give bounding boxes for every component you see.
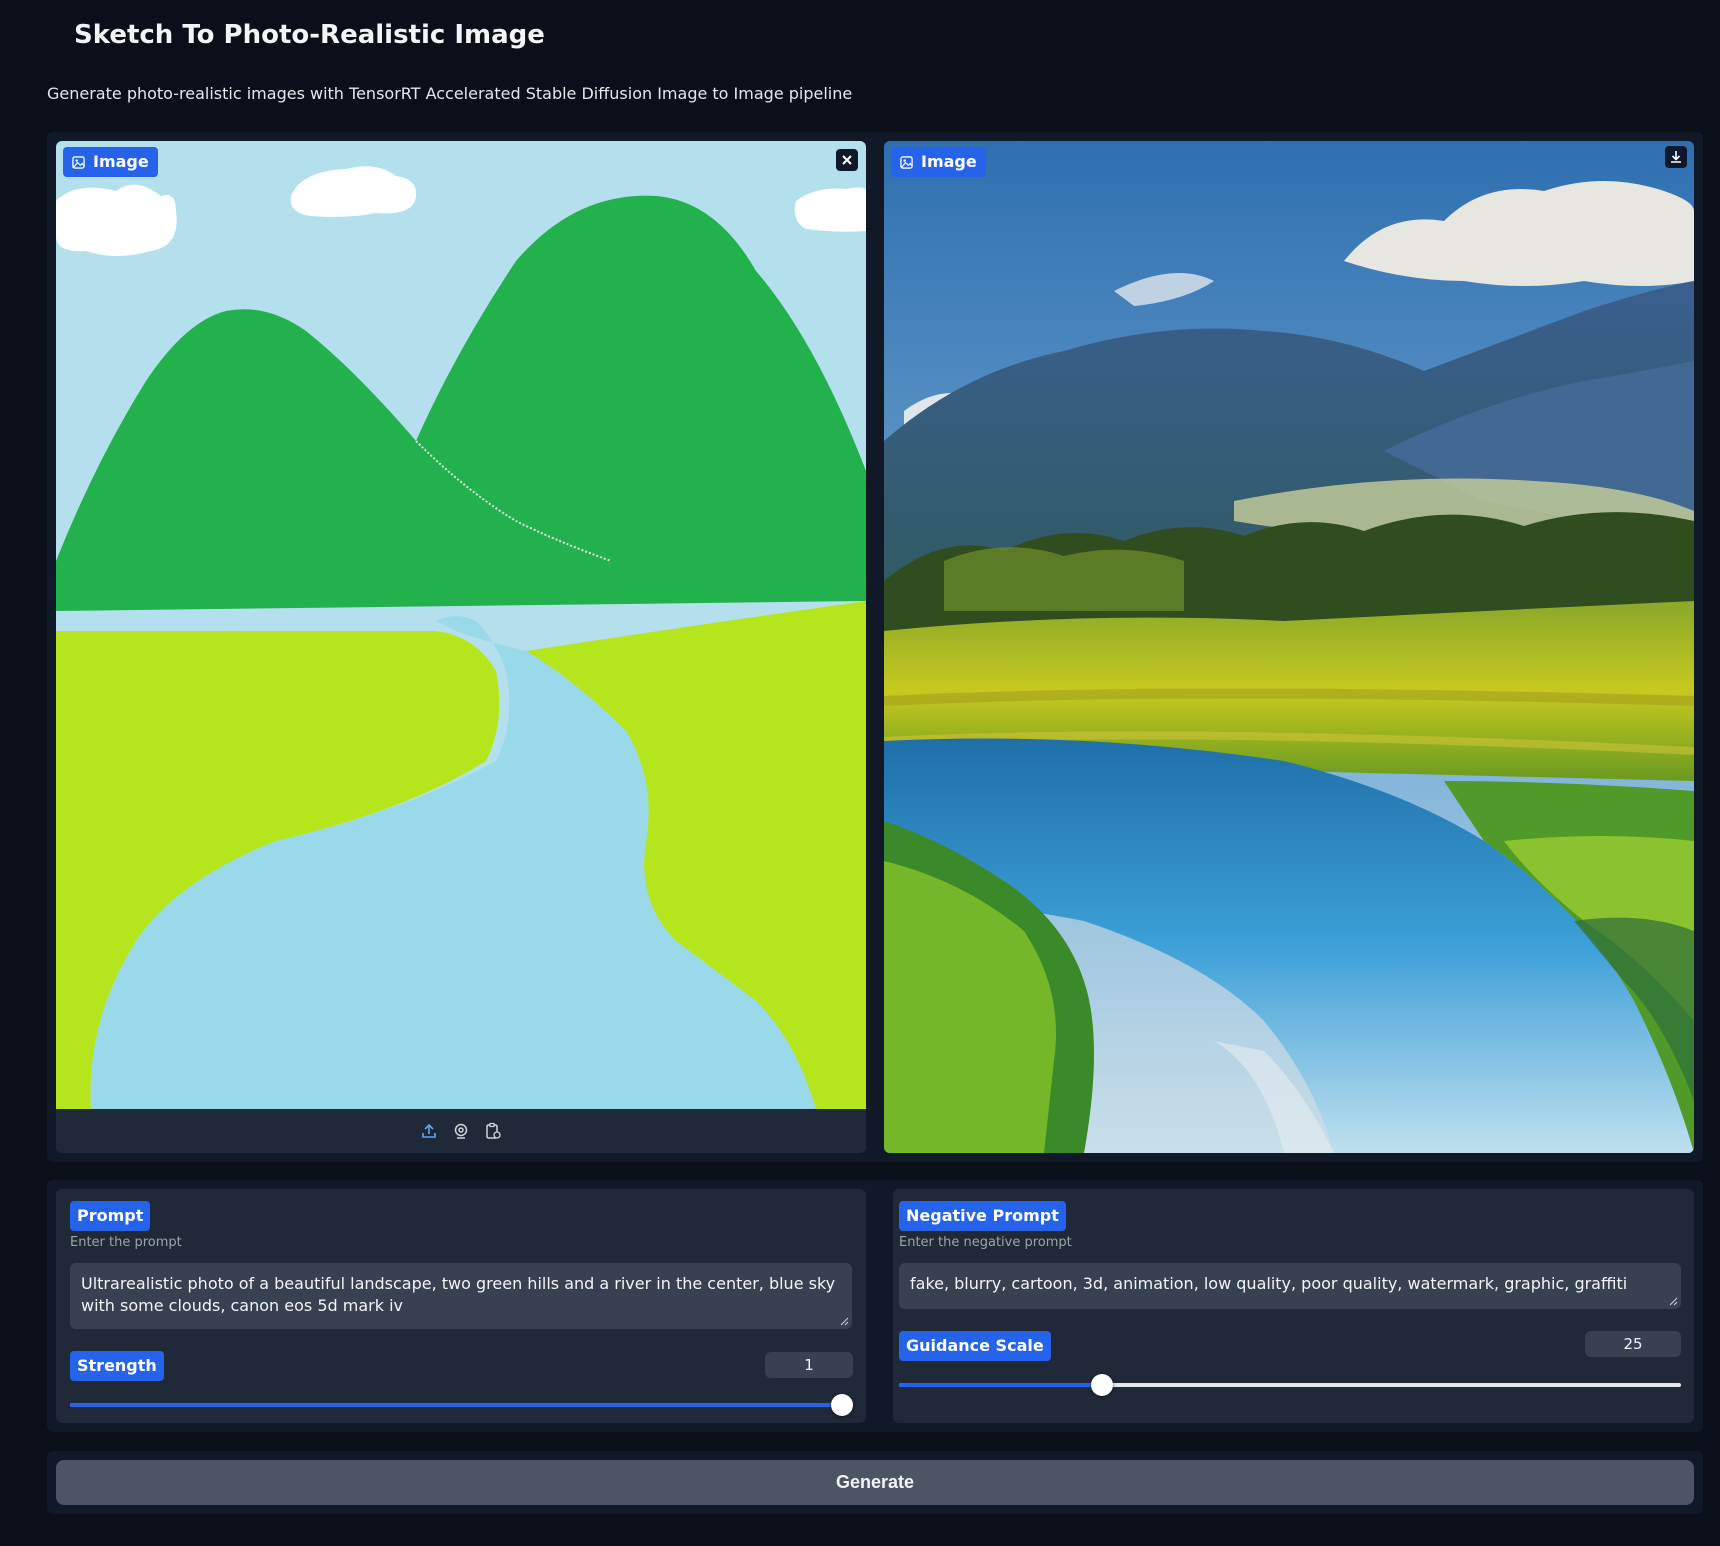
input-image-label: Image [63,147,158,177]
output-image-label-text: Image [921,152,977,171]
guidance-scale-slider-thumb[interactable] [1091,1374,1114,1396]
input-image-label-text: Image [93,152,149,171]
generated-photo [884,141,1694,1153]
negative-prompt-panel: Negative Prompt Enter the negative promp… [893,1189,1694,1423]
negative-prompt-input-value: fake, blurry, cartoon, 3d, animation, lo… [910,1274,1628,1293]
prompt-label: Prompt [70,1201,151,1231]
close-icon [842,155,852,165]
strength-label: Strength [70,1351,164,1381]
strength-slider-fill [70,1403,842,1407]
strength-slider-thumb[interactable] [831,1394,853,1416]
negative-prompt-input[interactable]: fake, blurry, cartoon, 3d, animation, lo… [899,1263,1681,1309]
guidance-scale-slider-fill [899,1383,1103,1387]
image-icon [72,155,85,169]
input-image-panel[interactable]: Image [56,141,866,1153]
negative-prompt-label: Negative Prompt [899,1201,1066,1231]
image-icon [900,155,913,169]
generate-button[interactable]: Generate [56,1460,1694,1505]
download-button[interactable] [1665,146,1687,168]
guidance-scale-label: Guidance Scale [899,1331,1051,1361]
prompt-input-value: Ultrarealistic photo of a beautiful land… [81,1274,836,1315]
guidance-scale-slider[interactable] [899,1374,1681,1396]
download-icon [1671,151,1681,163]
guidance-scale-number-input[interactable]: 25 [1585,1331,1681,1357]
webcam-icon[interactable] [452,1122,470,1140]
sketch-canvas[interactable] [56,141,866,1109]
prompt-hint: Enter the prompt [70,1235,182,1250]
upload-icon[interactable] [420,1122,438,1140]
strength-slider[interactable] [70,1394,853,1416]
negative-prompt-hint: Enter the negative prompt [899,1235,1072,1250]
page-title: Sketch To Photo-Realistic Image [74,20,545,50]
strength-number-input[interactable]: 1 [765,1352,853,1378]
output-image-panel: Image [884,141,1694,1153]
page-subtitle: Generate photo-realistic images with Ten… [47,84,853,103]
image-source-toolbar [56,1109,866,1153]
resize-handle-icon[interactable] [1668,1296,1678,1306]
clipboard-icon[interactable] [484,1122,502,1140]
resize-handle-icon[interactable] [839,1316,849,1326]
output-image-label: Image [891,147,986,177]
clear-image-button[interactable] [836,149,858,171]
prompt-panel: Prompt Enter the prompt Ultrarealistic p… [56,1189,866,1423]
prompt-input[interactable]: Ultrarealistic photo of a beautiful land… [70,1263,852,1329]
